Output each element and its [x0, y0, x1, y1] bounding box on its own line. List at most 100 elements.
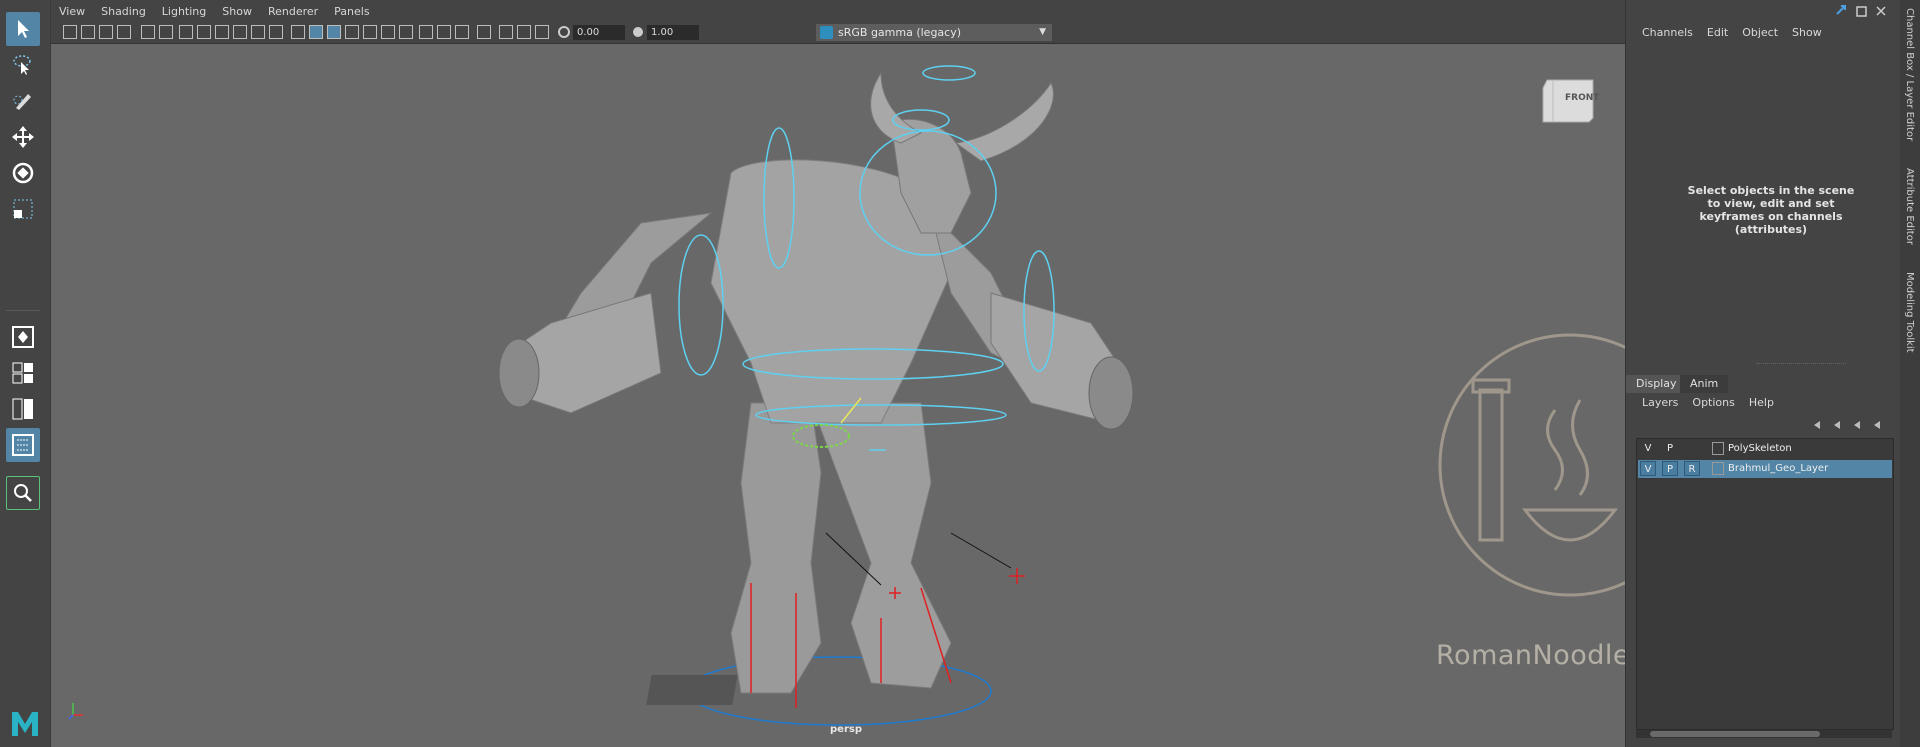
playback-toggle[interactable]: P [1662, 441, 1678, 456]
viewport-panel[interactable]: View Shading Lighting Show Renderer Pane… [50, 0, 1625, 747]
smooth-shade-icon[interactable] [309, 25, 323, 39]
xray-joints-icon[interactable] [499, 25, 513, 39]
menu-help[interactable]: Help [1749, 396, 1774, 409]
bookmark-icon[interactable] [99, 25, 113, 39]
layer-row-polyskeleton[interactable]: V P PolySkeleton [1638, 440, 1892, 458]
wireframe-icon[interactable] [291, 25, 305, 39]
channel-box-hint: Select objects in the scene to view, edi… [1687, 184, 1855, 236]
film-gate-icon[interactable] [197, 25, 211, 39]
tab-channel-box-layer-editor[interactable]: Channel Box / Layer Editor [1904, 8, 1915, 141]
layer-name[interactable]: PolySkeleton [1728, 440, 1792, 458]
rotate-tool-icon[interactable] [6, 156, 40, 190]
floor-grate [646, 675, 738, 705]
menu-shading[interactable]: Shading [101, 5, 146, 18]
menu-lighting[interactable]: Lighting [162, 5, 206, 18]
scene-view[interactable] [51, 43, 1625, 747]
channel-box-menu-bar: Channels Edit Object Show [1642, 26, 1822, 39]
xray-icon[interactable] [345, 25, 359, 39]
scale-tool-icon[interactable] [6, 192, 40, 226]
view-cube-label: FRONT [1565, 93, 1600, 103]
maya-logo-icon [12, 712, 38, 736]
select-camera-icon[interactable] [63, 25, 77, 39]
right-cannon-opening [1088, 356, 1134, 430]
exposure-field[interactable]: 0.00 [573, 25, 625, 40]
move-layer-up-icon[interactable] [1814, 421, 1820, 429]
lights-icon[interactable] [381, 25, 395, 39]
exposure-icon[interactable] [557, 25, 571, 39]
maximize-icon[interactable] [1856, 6, 1867, 17]
shadows-icon[interactable] [399, 25, 413, 39]
layer-editor-tabs: Display Anim [1626, 375, 1892, 393]
outliner-layout-icon[interactable] [6, 428, 40, 462]
xray-active-icon[interactable] [517, 25, 531, 39]
move-layer-down-icon[interactable] [1834, 421, 1840, 429]
safe-title-icon[interactable] [269, 25, 283, 39]
menu-layers[interactable]: Layers [1642, 396, 1678, 409]
menu-renderer[interactable]: Renderer [268, 5, 318, 18]
visibility-toggle[interactable]: V [1640, 461, 1656, 476]
menu-channels[interactable]: Channels [1642, 26, 1693, 39]
textured-icon[interactable] [363, 25, 377, 39]
ambient-occlusion-icon[interactable] [419, 25, 433, 39]
float-panel-icon[interactable] [1836, 5, 1846, 15]
color-space-label: sRGB gamma (legacy) [838, 26, 962, 39]
channel-box-layer-editor-panel: Channels Edit Object Show Select objects… [1625, 0, 1920, 747]
menu-object[interactable]: Object [1742, 26, 1778, 39]
playback-toggle[interactable]: P [1662, 461, 1678, 476]
anti-aliasing-icon[interactable] [455, 25, 469, 39]
display-type-toggle[interactable] [1684, 441, 1700, 456]
visibility-toggle[interactable]: V [1640, 441, 1656, 456]
pole-vector-line-right [950, 532, 1012, 569]
camera-sequencer-icon[interactable] [535, 25, 549, 39]
four-pane-layout-icon[interactable] [6, 356, 40, 390]
panel-splitter[interactable] [1756, 363, 1846, 364]
two-pane-layout-icon[interactable] [6, 392, 40, 426]
motion-blur-icon[interactable] [437, 25, 451, 39]
field-chart-icon[interactable] [251, 25, 265, 39]
head-ctrl-top[interactable] [922, 65, 976, 81]
paint-select-tool-icon[interactable] [6, 84, 40, 118]
isolate-select-icon[interactable] [477, 25, 491, 39]
tab-anim[interactable]: Anim [1680, 375, 1729, 393]
menu-show[interactable]: Show [222, 5, 252, 18]
wireframe-on-shaded-icon[interactable] [327, 25, 341, 39]
menu-edit[interactable]: Edit [1707, 26, 1728, 39]
gamma-icon[interactable] [631, 25, 645, 39]
menu-show[interactable]: Show [1792, 26, 1822, 39]
layer-buttons [1814, 421, 1880, 429]
search-icon[interactable] [6, 476, 40, 510]
layer-color-swatch[interactable] [1712, 442, 1724, 455]
menu-panels[interactable]: Panels [334, 5, 369, 18]
single-pane-layout-icon[interactable] [6, 320, 40, 354]
camera-name-label: persp [830, 724, 862, 735]
tab-attribute-editor[interactable]: Attribute Editor [1904, 168, 1915, 245]
new-empty-layer-icon[interactable] [1854, 421, 1860, 429]
left-elbow-ctrl[interactable] [678, 234, 724, 376]
layer-row-brahmul-geo[interactable]: V P R Brahmul_Geo_Layer [1638, 460, 1892, 478]
menu-view[interactable]: View [59, 5, 85, 18]
new-layer-from-selection-icon[interactable] [1874, 421, 1880, 429]
color-space-dropdown[interactable]: sRGB gamma (legacy) ▼ [816, 24, 1052, 41]
close-icon[interactable] [1876, 6, 1886, 16]
tab-display[interactable]: Display [1626, 375, 1687, 393]
move-tool-icon[interactable] [6, 120, 40, 154]
menu-options[interactable]: Options [1692, 396, 1734, 409]
toolbox-divider [6, 310, 40, 311]
two-d-pan-zoom-icon[interactable] [159, 25, 173, 39]
camera-attributes-icon[interactable] [81, 25, 95, 39]
layer-color-swatch[interactable] [1712, 462, 1724, 475]
grease-pencil-icon[interactable] [141, 25, 155, 39]
image-plane-icon[interactable] [117, 25, 131, 39]
lasso-tool-icon[interactable] [6, 48, 40, 82]
scrollbar-thumb[interactable] [1650, 731, 1820, 737]
toolbox [0, 0, 48, 747]
gate-mask-icon[interactable] [233, 25, 247, 39]
resolution-gate-icon[interactable] [215, 25, 229, 39]
layer-name[interactable]: Brahmul_Geo_Layer [1728, 460, 1828, 478]
grid-icon[interactable] [179, 25, 193, 39]
layer-list-scrollbar[interactable] [1636, 730, 1892, 738]
gamma-field[interactable]: 1.00 [647, 25, 699, 40]
display-type-toggle[interactable]: R [1684, 461, 1700, 476]
select-tool-icon[interactable] [6, 12, 40, 46]
tab-modeling-toolkit[interactable]: Modeling Toolkit [1904, 272, 1915, 353]
